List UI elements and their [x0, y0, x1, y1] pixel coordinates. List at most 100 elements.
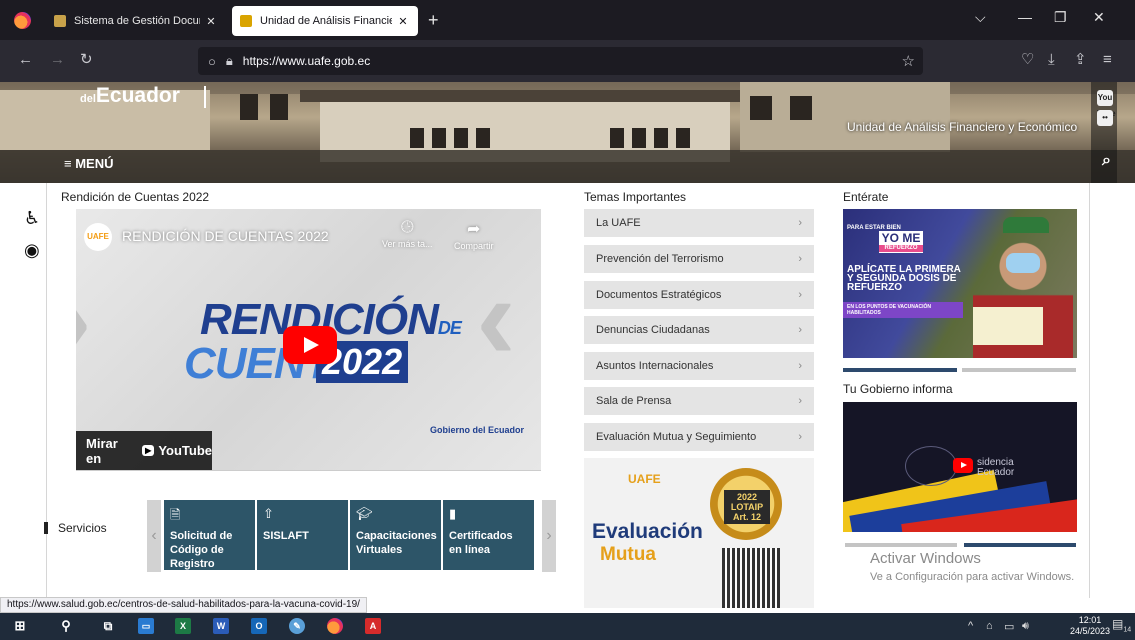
file-explorer-icon[interactable]: ▭ [138, 618, 154, 634]
tema-prevencion-terrorismo[interactable]: Prevención del Terrorismo › [584, 245, 814, 273]
app-menu-icon[interactable]: ≡ [1103, 51, 1112, 69]
building-window [654, 128, 668, 148]
tab-sistema-gestion[interactable]: Sistema de Gestión Documenta ✕ [46, 6, 226, 36]
tema-la-uafe[interactable]: La UAFE › [584, 209, 814, 237]
clock-icon: 🕒︎ [400, 219, 414, 236]
services-label: Servicios [44, 521, 107, 535]
carousel-indicator-active[interactable] [964, 543, 1076, 547]
carousel-indicator-active[interactable] [843, 368, 957, 372]
building-window [410, 128, 424, 148]
service-solicitud[interactable]: 🗎 Solicitud de Código de Registro [164, 500, 255, 570]
activate-windows-subtitle: Ve a Configuración para activar Windows. [870, 571, 1075, 583]
close-window-icon[interactable]: ✕ [1093, 9, 1105, 26]
tema-asuntos-internacionales[interactable]: Asuntos Internacionales › [584, 352, 814, 380]
gobierno-video[interactable]: sidencia Ecuador [843, 402, 1077, 532]
vaccination-poster[interactable]: PARA ESTAR BIEN YO ME REFUERZO APLÍCATE L… [843, 209, 1077, 358]
youtube-play-icon: ▶ [142, 445, 155, 456]
header-lower-band [0, 150, 1135, 183]
service-capacitaciones[interactable]: 🎓︎ Capacitaciones Virtuales [350, 500, 441, 570]
minimize-icon[interactable]: — [1018, 9, 1032, 25]
flickr-icon[interactable]: •• [1097, 110, 1113, 126]
banner-uafe-logo: UAFE [628, 472, 661, 486]
search-icon[interactable]: ⌕ [1102, 152, 1111, 170]
poster-card [973, 307, 1043, 345]
reload-icon[interactable]: ↻ [80, 51, 93, 69]
carousel-indicator[interactable] [962, 368, 1076, 372]
video-title[interactable]: RENDICIÓN DE CUENTAS 2022 [122, 228, 329, 244]
lock-icon[interactable]: 🔒︎ [226, 53, 233, 69]
tema-denuncias-ciudadanas[interactable]: Denuncias Ciudadanas › [584, 316, 814, 344]
lotaip-seal-text: 2022 LOTAIP Art. 12 [724, 490, 770, 524]
site-logo[interactable]: delEcuador [80, 84, 180, 108]
tab-uafe[interactable]: Unidad de Análisis Financiero y ✕ [232, 6, 418, 36]
shield-icon[interactable]: ○ [208, 54, 216, 69]
services-next-arrow[interactable]: › [542, 500, 556, 572]
system-clock[interactable]: 12:01 24/5/2023 [1070, 615, 1110, 637]
building-window [432, 128, 446, 148]
acrobat-icon[interactable]: A [365, 618, 381, 634]
qr-code [722, 548, 780, 608]
tab-list-chevron-icon[interactable]: ⌵ [975, 9, 986, 26]
notification-center-icon[interactable]: ▤14 [1112, 617, 1131, 633]
forward-icon[interactable]: → [50, 51, 65, 69]
url-text[interactable]: https://www.uafe.gob.ec [243, 54, 370, 68]
display-icon[interactable]: ▭ [1004, 620, 1014, 633]
restore-icon[interactable]: ❐ [1054, 9, 1067, 26]
browser-nav-bar: ← → ↻ ○ 🔒︎ https://www.uafe.gob.ec ☆ ♡ ⤓… [0, 40, 1135, 82]
site-header: delEcuador Unidad de Análisis Financiero… [0, 82, 1135, 183]
back-icon[interactable]: ← [18, 51, 33, 69]
document-icon: 🗎 [170, 507, 181, 522]
word-icon[interactable]: W [213, 618, 229, 634]
firefox-logo-icon[interactable] [14, 12, 31, 29]
play-button[interactable] [283, 326, 337, 364]
paint-icon[interactable]: ✎ [289, 618, 305, 634]
outlook-icon[interactable]: O [251, 618, 267, 634]
building-window [676, 128, 690, 148]
poster-bottom-text: EN LOS PUNTOS DE VACUNACIÓN HABILITADOS [843, 302, 963, 318]
share-button[interactable]: ➦ Compartir [454, 219, 494, 251]
carousel-indicator[interactable] [845, 543, 957, 547]
share-icon[interactable]: ⇪ [1074, 51, 1087, 69]
youtube-video-player[interactable]: › ‹ UAFE RENDICIÓN DE CUENTAS 2022 🕒︎ Ve… [76, 209, 541, 470]
address-bar[interactable]: ○ 🔒︎ https://www.uafe.gob.ec ☆ [198, 47, 923, 75]
firefox-taskbar-icon[interactable] [327, 618, 343, 634]
services-prev-arrow[interactable]: ‹ [147, 500, 161, 572]
video-divider [76, 470, 541, 471]
tema-documentos-estrategicos[interactable]: Documentos Estratégicos › [584, 281, 814, 309]
tema-sala-de-prensa[interactable]: Sala de Prensa › [584, 387, 814, 415]
watch-on-youtube-button[interactable]: Mirar en ▶ YouTube [76, 431, 212, 470]
network-icon[interactable]: ⌂ [986, 620, 993, 632]
channel-logo[interactable]: UAFE [84, 223, 112, 251]
share-arrow-icon: ➦ [467, 221, 481, 238]
youtube-icon[interactable]: You Tube [1097, 90, 1116, 118]
status-url-tooltip: https://www.salud.gob.ec/centros-de-salu… [0, 597, 367, 613]
tema-evaluacion-mutua[interactable]: Evaluación Mutua y Seguimiento › [584, 423, 814, 451]
windows-start-icon[interactable]: ⊞ [12, 618, 28, 634]
excel-icon[interactable]: X [175, 618, 191, 634]
eye-icon[interactable]: ◉ [24, 240, 40, 261]
bookmark-star-icon[interactable]: ☆ [902, 52, 915, 70]
service-sislaft[interactable]: ⇧ SISLAFT [257, 500, 348, 570]
activate-windows-title: Activar Windows [870, 550, 981, 567]
youtube-play-icon[interactable] [953, 458, 973, 473]
tab-close-icon[interactable]: ✕ [204, 15, 218, 28]
gobierno-heading: Tu Gobierno informa [843, 382, 953, 396]
volume-icon[interactable]: 🔊︎ [1022, 620, 1029, 633]
tab-close-icon[interactable]: ✕ [396, 15, 410, 28]
building-roof [300, 90, 740, 102]
menu-button[interactable]: ≡ MENÚ [64, 156, 113, 171]
new-tab-icon[interactable]: + [428, 10, 439, 30]
building-window [240, 94, 258, 120]
downloads-icon[interactable]: ⤓ [1048, 51, 1055, 69]
watch-later-button[interactable]: 🕒︎ Ver más ta... [382, 219, 433, 249]
pocket-icon[interactable]: ♡ [1021, 51, 1034, 69]
evaluacion-mutua-banner[interactable]: UAFE Evaluación Mutua 2022 LOTAIP Art. 1… [584, 458, 814, 608]
tab-label: Unidad de Análisis Financiero y [260, 15, 392, 27]
service-certificados[interactable]: ▮ Certificados en línea [443, 500, 534, 570]
building-window [610, 128, 624, 148]
task-view-icon[interactable]: ⧉ [100, 618, 116, 634]
poster-main-text: APLÍCATE LA PRIMERA Y SEGUNDA DOSIS DE R… [847, 264, 961, 293]
search-icon[interactable]: ⚲ [58, 618, 74, 634]
tray-chevron-icon[interactable]: ^ [968, 620, 973, 632]
accessibility-icon[interactable]: ♿︎ [24, 208, 40, 229]
